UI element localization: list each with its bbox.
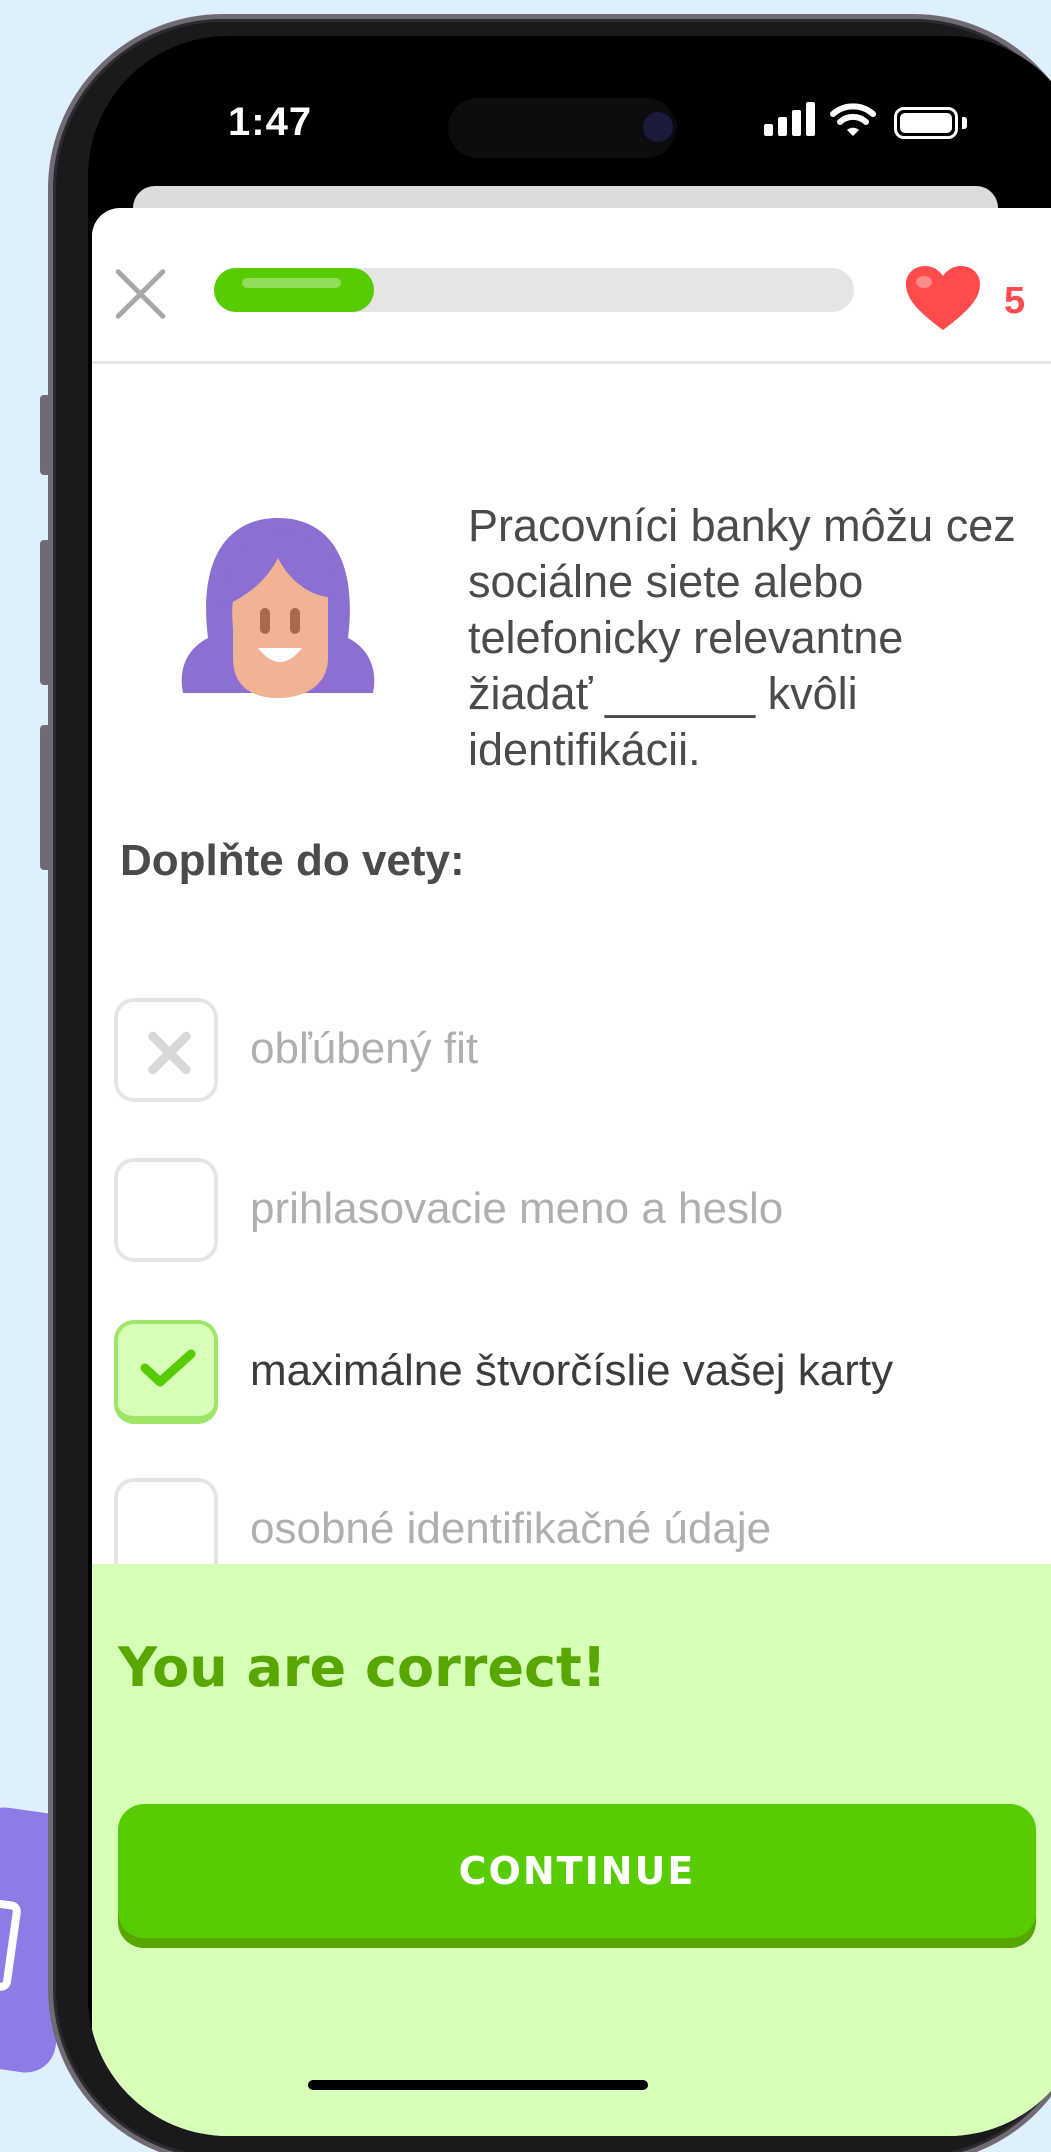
option-checkbox[interactable]	[114, 998, 218, 1102]
checkmark-icon	[140, 1349, 196, 1387]
feedback-title: You are correct!	[118, 1636, 607, 1699]
option-2[interactable]: prihlasovacie meno a heslo	[114, 1158, 1051, 1266]
feedback-panel: You are correct! CONTINUE	[92, 1564, 1051, 2136]
option-checkbox[interactable]	[114, 1158, 218, 1262]
home-indicator[interactable]	[308, 2080, 648, 2090]
character-avatar	[181, 518, 375, 698]
status-bar: 1:47	[88, 36, 1051, 206]
x-icon	[145, 1029, 191, 1075]
option-3[interactable]: maximálne štvorčíslie vašej karty	[114, 1320, 1051, 1428]
wifi-icon	[830, 103, 876, 136]
hearts-count: 5	[1004, 280, 1026, 322]
option-label: maximálne štvorčíslie vašej karty	[250, 1346, 894, 1395]
status-time: 1:47	[228, 100, 313, 144]
battery-tip	[962, 117, 967, 129]
option-label: prihlasovacie meno a heslo	[250, 1184, 784, 1233]
option-checkbox[interactable]	[114, 1320, 218, 1424]
progress-shine	[242, 278, 342, 288]
battery-icon	[894, 107, 958, 139]
dynamic-island	[448, 98, 676, 158]
progress-fill	[214, 268, 374, 312]
option-label: osobné identifikačné údaje	[250, 1504, 772, 1553]
option-label: obľúbený fit	[250, 1024, 479, 1073]
option-1[interactable]: obľúbený fit	[114, 998, 1051, 1106]
continue-button[interactable]: CONTINUE	[118, 1804, 1036, 1938]
lesson-header: 5	[92, 208, 1051, 364]
close-icon[interactable]	[114, 266, 170, 322]
phone-screen: 1:47 5 Pracovníci banky môžu cez sociáln…	[88, 36, 1051, 2136]
signal-icon	[764, 102, 815, 136]
heart-icon	[906, 266, 980, 330]
instruction-heading: Doplňte do vety:	[120, 836, 465, 885]
lesson-progress-bar	[214, 268, 854, 312]
lesson-card: 5 Pracovníci banky môžu cez sociálne sie…	[92, 208, 1051, 2136]
camera-icon	[643, 112, 673, 142]
prompt-text: Pracovníci banky môžu cez sociálne siete…	[468, 500, 1016, 775]
